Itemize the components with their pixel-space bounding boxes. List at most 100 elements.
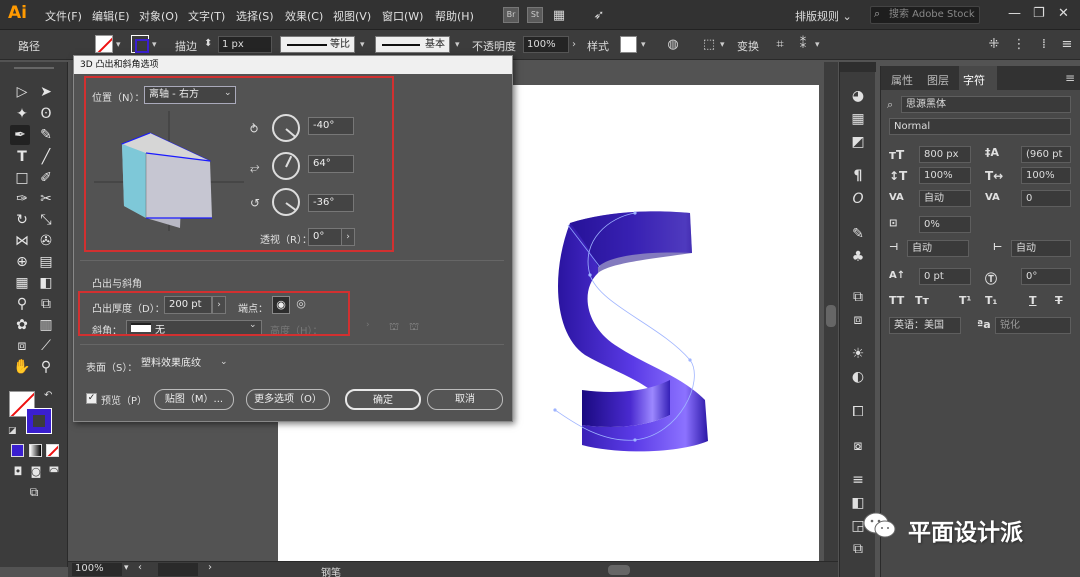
- minimize-icon[interactable]: —: [1008, 6, 1021, 21]
- zoom-level[interactable]: 100%: [72, 563, 122, 576]
- stepper-icon[interactable]: ⬍: [204, 38, 212, 49]
- distribute-icon[interactable]: ⋮: [1010, 35, 1028, 53]
- pen-tool-icon[interactable]: ✒: [10, 125, 30, 145]
- font-family-select[interactable]: 思源黑体: [901, 96, 1071, 113]
- type-tool-icon[interactable]: T: [12, 147, 32, 167]
- superscript-icon[interactable]: T¹: [959, 294, 971, 307]
- menu-object[interactable]: 对象(O): [139, 8, 178, 24]
- font-style-select[interactable]: Normal: [889, 118, 1071, 135]
- paintbrush-icon[interactable]: ✐: [36, 168, 56, 188]
- screen-mode-icon[interactable]: ⧉: [24, 482, 44, 502]
- appearance-icon[interactable]: ⧈: [848, 310, 868, 330]
- small-caps-icon[interactable]: Tт: [915, 294, 929, 307]
- opacity-input[interactable]: 100%: [523, 36, 569, 53]
- chevron-down-icon[interactable]: ▾: [641, 40, 646, 50]
- subscript-icon[interactable]: T₁: [985, 294, 997, 307]
- brush-library-icon[interactable]: ✎: [848, 224, 868, 244]
- opentype-icon[interactable]: O: [848, 189, 868, 209]
- artboard-tool-icon[interactable]: ⧈: [12, 336, 32, 356]
- cancel-button[interactable]: 取消: [427, 389, 503, 410]
- underline-icon[interactable]: T: [1029, 294, 1037, 307]
- chevron-down-icon[interactable]: ▾: [152, 40, 157, 50]
- curvature-tool-icon[interactable]: ✎: [36, 125, 56, 145]
- symbols-icon[interactable]: ♣: [848, 247, 868, 267]
- blend-tool-icon[interactable]: ⧉: [36, 294, 56, 314]
- align-icon[interactable]: ⬚: [700, 35, 718, 53]
- eyedropper-icon[interactable]: ⚲: [12, 294, 32, 314]
- width-tool-icon[interactable]: ⋈: [12, 231, 32, 251]
- stroke-panel-icon[interactable]: ◐: [848, 367, 868, 387]
- horizontal-scale-input[interactable]: 100%: [1021, 167, 1071, 184]
- more-options-button[interactable]: 更多选项（O）: [246, 389, 330, 410]
- vertical-scale-input[interactable]: 100%: [919, 167, 971, 184]
- panel-options-icon[interactable]: ⁜: [985, 35, 1003, 53]
- next-artboard-icon[interactable]: ›: [208, 562, 212, 573]
- ok-button[interactable]: 确定: [345, 389, 421, 410]
- font-size-input[interactable]: 800 px: [919, 146, 971, 163]
- menu-view[interactable]: 视图(V): [333, 8, 371, 24]
- scrollbar-thumb[interactable]: [826, 305, 836, 327]
- shaper-tool-icon[interactable]: ✑: [12, 189, 32, 209]
- slice-tool-icon[interactable]: ⟋: [36, 336, 56, 356]
- variable-width-profile[interactable]: 等比: [280, 36, 355, 53]
- menu-window[interactable]: 窗口(W): [382, 8, 423, 24]
- default-colors-icon[interactable]: ◪: [8, 426, 17, 436]
- perspective-grid-icon[interactable]: ▤: [36, 252, 56, 272]
- puppet-warp-icon[interactable]: ✇: [36, 231, 56, 251]
- prev-artboard-icon[interactable]: ‹: [138, 562, 142, 573]
- anchor-point[interactable]: [553, 408, 557, 412]
- zoom-tool-icon[interactable]: ⚲: [36, 357, 56, 377]
- gradient-mode-icon[interactable]: [29, 444, 42, 457]
- opacity-label[interactable]: 不透明度: [472, 38, 516, 54]
- kerning-select[interactable]: 自动: [919, 190, 971, 207]
- transform-button[interactable]: 变换: [737, 38, 759, 54]
- panel-grip[interactable]: [14, 67, 54, 69]
- recolor-artwork-icon[interactable]: ◍: [664, 35, 682, 53]
- chevron-right-icon[interactable]: ›: [572, 39, 576, 50]
- menu-icon[interactable]: ≡: [1058, 35, 1076, 53]
- close-icon[interactable]: ✕: [1058, 6, 1069, 21]
- chevron-down-icon[interactable]: ▾: [116, 40, 121, 50]
- stroke-color-box[interactable]: [26, 408, 52, 434]
- tab-properties[interactable]: 属性: [891, 72, 913, 88]
- draw-normal-icon[interactable]: ◘: [8, 461, 28, 481]
- grid-icon[interactable]: ⁞: [1035, 35, 1053, 53]
- chevron-down-icon[interactable]: ▾: [124, 563, 129, 573]
- artboards-icon[interactable]: ⧇: [848, 436, 868, 456]
- gradient-tool-icon[interactable]: ◧: [36, 273, 56, 293]
- tab-layers[interactable]: 图层: [927, 72, 949, 88]
- antialias-select[interactable]: 锐化: [995, 317, 1071, 334]
- chevron-down-icon[interactable]: ▾: [815, 40, 820, 50]
- gpu-rocket-icon[interactable]: ➶: [590, 6, 608, 24]
- menu-edit[interactable]: 编辑(E): [92, 8, 130, 24]
- menu-file[interactable]: 文件(F): [45, 8, 82, 24]
- isolate-icon[interactable]: ⌗: [771, 35, 789, 53]
- stroke-weight-input[interactable]: 1 px: [218, 36, 272, 53]
- chevron-down-icon[interactable]: ▾: [720, 40, 725, 50]
- color-mode-icon[interactable]: [11, 444, 24, 457]
- none-mode-icon[interactable]: [46, 444, 59, 457]
- menu-select[interactable]: 选择(S): [236, 8, 274, 24]
- color-guide-icon[interactable]: ◕: [848, 86, 868, 106]
- tracking-select[interactable]: 0: [1021, 190, 1071, 207]
- arrange-icon[interactable]: ⁑: [794, 35, 812, 53]
- chevron-down-icon[interactable]: ⌄: [220, 357, 228, 367]
- restore-icon[interactable]: ❐: [1033, 6, 1045, 21]
- fill-swatch[interactable]: [95, 35, 113, 53]
- rectangle-tool-icon[interactable]: □: [12, 168, 32, 188]
- surface-select[interactable]: 塑料效果底纹: [136, 355, 230, 373]
- aki-right-select[interactable]: 自动: [1011, 240, 1071, 257]
- stock-button[interactable]: St: [527, 7, 543, 23]
- draw-inside-icon[interactable]: ◚: [44, 461, 64, 481]
- tab-character[interactable]: 字符: [963, 72, 985, 88]
- dock-header[interactable]: [840, 62, 876, 72]
- aki-left-select[interactable]: 自动: [907, 240, 969, 257]
- menu-type[interactable]: 文字(T): [188, 8, 225, 24]
- stroke-label[interactable]: 描边: [175, 38, 197, 54]
- preview-checkbox[interactable]: ✓: [86, 393, 97, 404]
- language-select[interactable]: 英语：美国: [889, 317, 961, 334]
- horizontal-scroll-thumb[interactable]: [608, 565, 630, 575]
- line-tool-icon[interactable]: ╱: [36, 147, 56, 167]
- mesh-tool-icon[interactable]: ▦: [12, 273, 32, 293]
- selection-tool-icon[interactable]: ▷: [12, 82, 32, 102]
